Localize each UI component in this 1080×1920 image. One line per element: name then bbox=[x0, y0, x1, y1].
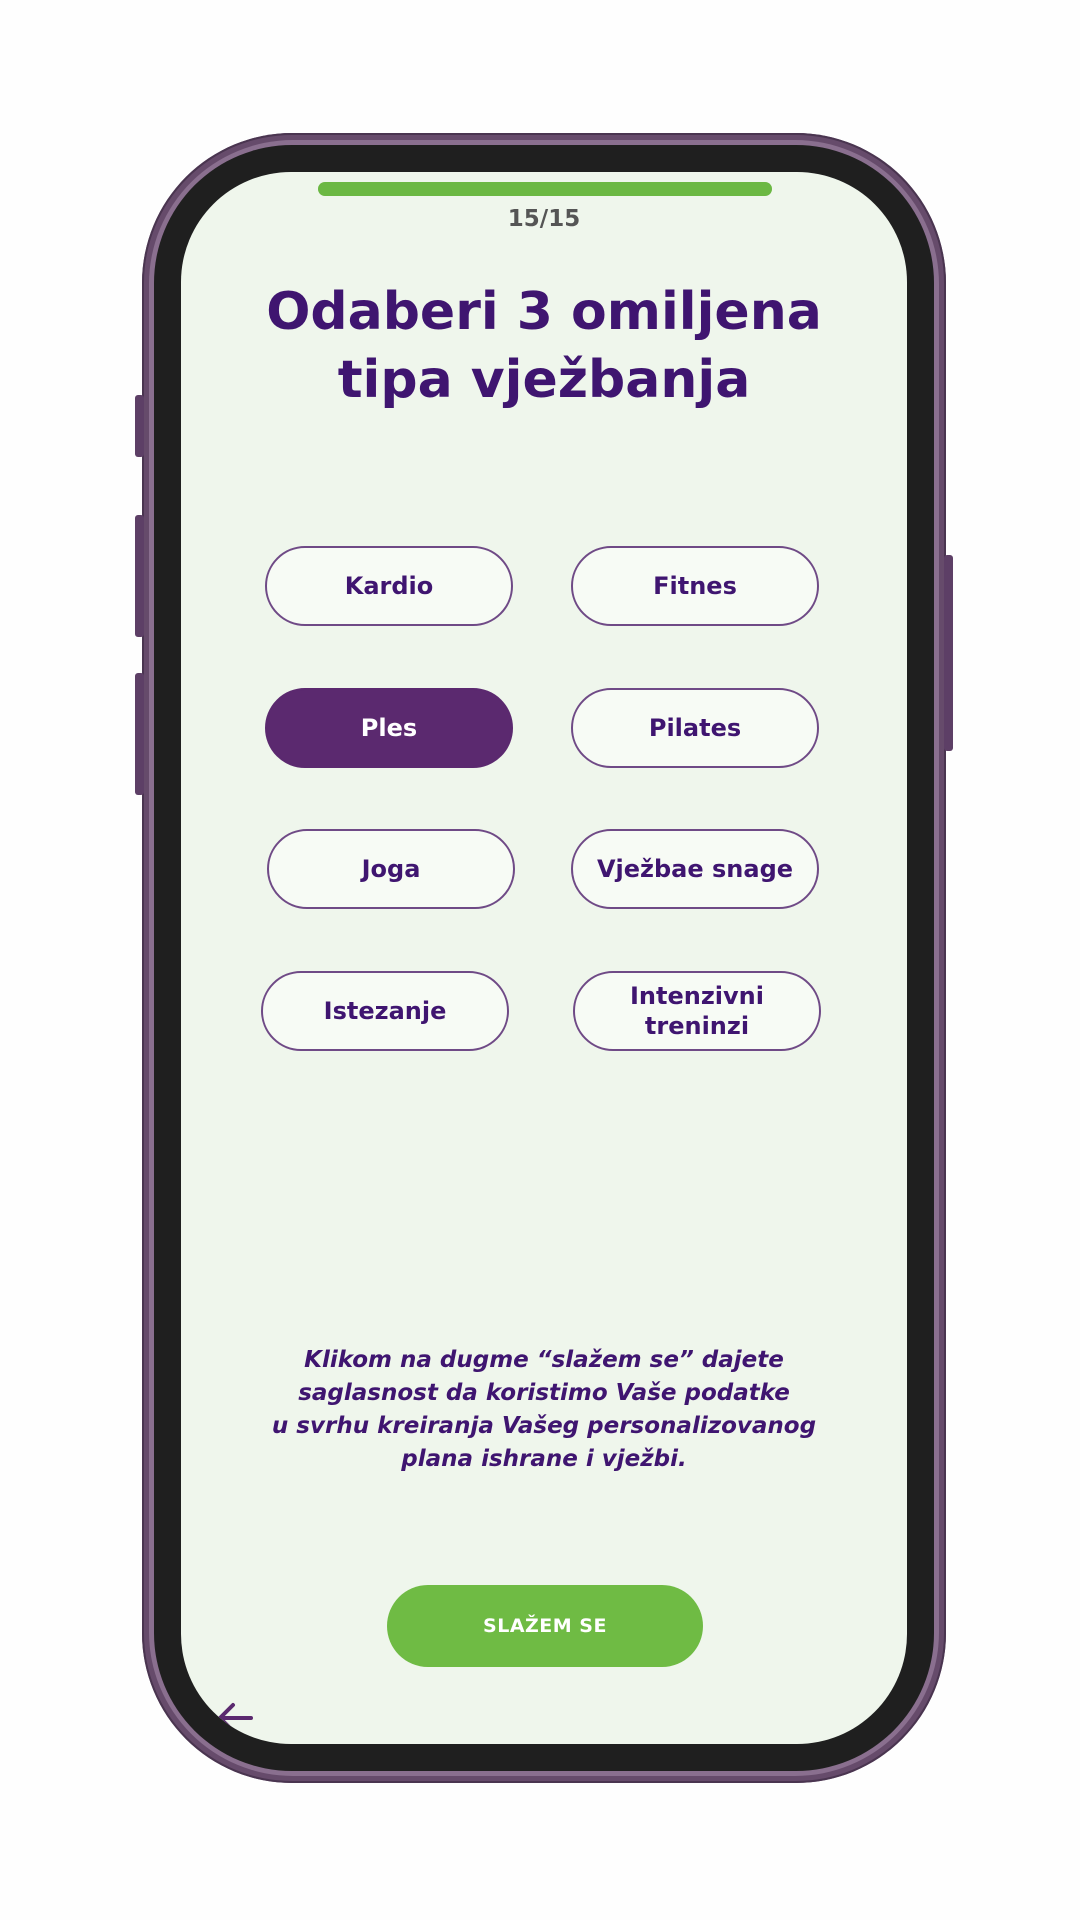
arrow-left-icon bbox=[218, 1703, 253, 1733]
side-button-power bbox=[944, 555, 953, 751]
option-vjezbe-snage[interactable]: Vježbae snage bbox=[571, 829, 819, 909]
app-screen: 15/15 Odaberi 3 omiljena tipa vježbanja … bbox=[181, 172, 907, 1744]
option-ples[interactable]: Ples bbox=[265, 688, 513, 768]
progress-bar-fill bbox=[318, 182, 772, 196]
page-title-line-2: tipa vježbanja bbox=[337, 350, 751, 410]
progress-bar bbox=[318, 182, 772, 196]
option-pilates[interactable]: Pilates bbox=[571, 688, 819, 768]
option-kardio[interactable]: Kardio bbox=[265, 546, 513, 626]
option-intenzivni-treninzi[interactable]: Intenzivni treninzi bbox=[573, 971, 821, 1051]
side-button-mute bbox=[135, 395, 144, 457]
agree-button[interactable]: SLAŽEM SE bbox=[387, 1585, 703, 1667]
page-title-line-1: Odaberi 3 omiljena bbox=[266, 282, 822, 342]
option-joga[interactable]: Joga bbox=[267, 829, 515, 909]
consent-text: Klikom na dugme “slažem se” dajete sagla… bbox=[271, 1347, 817, 1472]
option-istezanje[interactable]: Istezanje bbox=[261, 971, 509, 1051]
option-fitnes[interactable]: Fitnes bbox=[571, 546, 819, 626]
page-title: Odaberi 3 omiljena tipa vježbanja bbox=[221, 278, 867, 414]
side-button-volume-down bbox=[135, 673, 144, 795]
side-button-volume-up bbox=[135, 515, 144, 637]
step-counter: 15/15 bbox=[507, 206, 581, 232]
back-button[interactable] bbox=[215, 1700, 255, 1736]
